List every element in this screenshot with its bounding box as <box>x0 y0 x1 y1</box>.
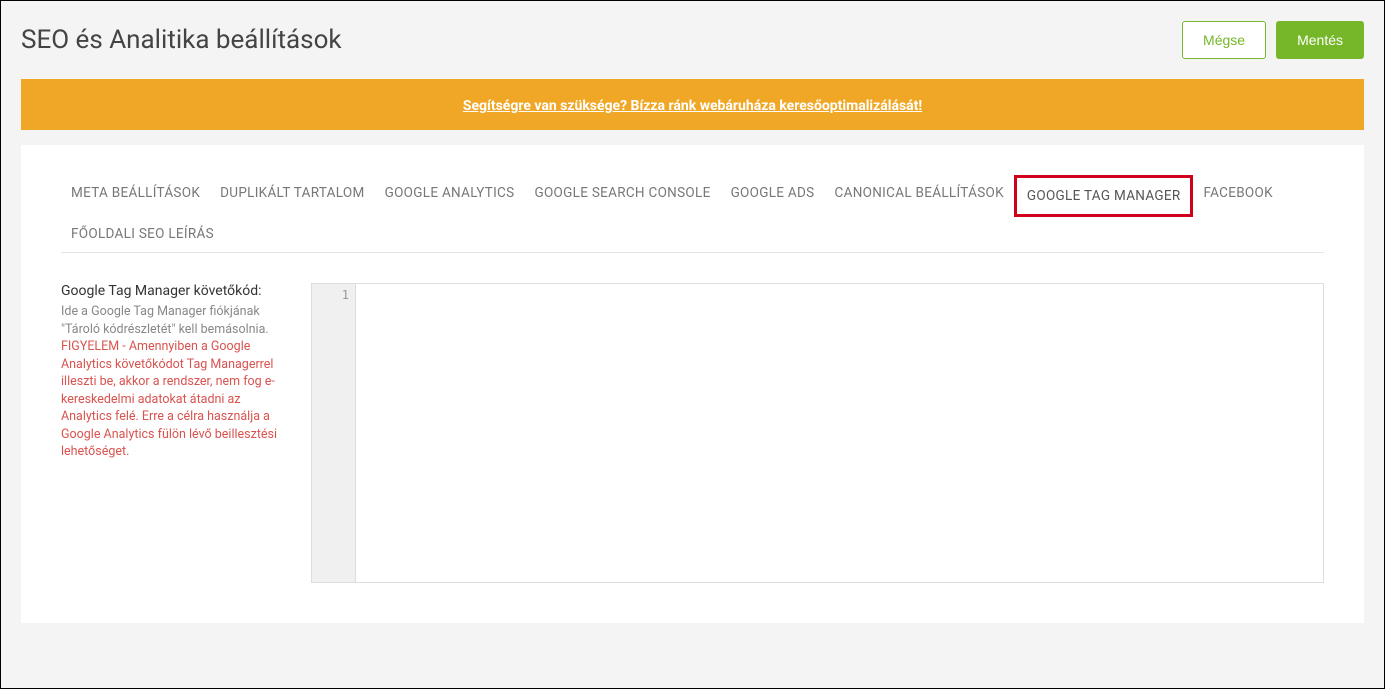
tab-search-console[interactable]: GOOGLE SEARCH CONSOLE <box>524 175 720 216</box>
gtm-row: Google Tag Manager követőkód: Ide a Goog… <box>61 283 1324 583</box>
tab-homepage-seo[interactable]: FŐOLDALI SEO LEÍRÁS <box>61 216 224 252</box>
tab-meta[interactable]: META BEÁLLÍTÁSOK <box>61 175 210 216</box>
alert-bar: Segítségre van szüksége? Bízza ránk webá… <box>21 79 1364 130</box>
tab-analytics[interactable]: GOOGLE ANALYTICS <box>375 175 525 216</box>
tab-google-ads[interactable]: GOOGLE ADS <box>721 175 825 216</box>
save-button[interactable]: Mentés <box>1276 21 1364 59</box>
gtm-description: Ide a Google Tag Manager fiókjának "Táro… <box>61 303 291 338</box>
gtm-code-textarea[interactable] <box>356 284 1323 582</box>
code-editor: 1 <box>311 283 1324 583</box>
editor-gutter: 1 <box>312 284 356 582</box>
tab-canonical[interactable]: CANONICAL BEÁLLÍTÁSOK <box>825 175 1014 216</box>
page-title: SEO és Analitika beállítások <box>21 25 342 55</box>
settings-card: META BEÁLLÍTÁSOK DUPLIKÁLT TARTALOM GOOG… <box>21 145 1364 623</box>
tab-facebook[interactable]: FACEBOOK <box>1193 175 1282 216</box>
gtm-editor-col: 1 <box>311 283 1324 583</box>
line-number: 1 <box>312 288 349 302</box>
gtm-warning: FIGYELEM - Amennyiben a Google Analytics… <box>61 338 291 461</box>
tab-gtm[interactable]: GOOGLE TAG MANAGER <box>1014 175 1194 217</box>
gtm-label: Google Tag Manager követőkód: <box>61 283 291 299</box>
page-header: SEO és Analitika beállítások Mégse Menté… <box>1 1 1384 79</box>
cancel-button[interactable]: Mégse <box>1182 21 1266 59</box>
header-buttons: Mégse Mentés <box>1182 21 1364 59</box>
alert-link[interactable]: Segítségre van szüksége? Bízza ránk webá… <box>463 98 922 114</box>
tabs-container: META BEÁLLÍTÁSOK DUPLIKÁLT TARTALOM GOOG… <box>61 175 1324 253</box>
gtm-label-col: Google Tag Manager követőkód: Ide a Goog… <box>61 283 311 461</box>
tab-duplicate[interactable]: DUPLIKÁLT TARTALOM <box>210 175 374 216</box>
